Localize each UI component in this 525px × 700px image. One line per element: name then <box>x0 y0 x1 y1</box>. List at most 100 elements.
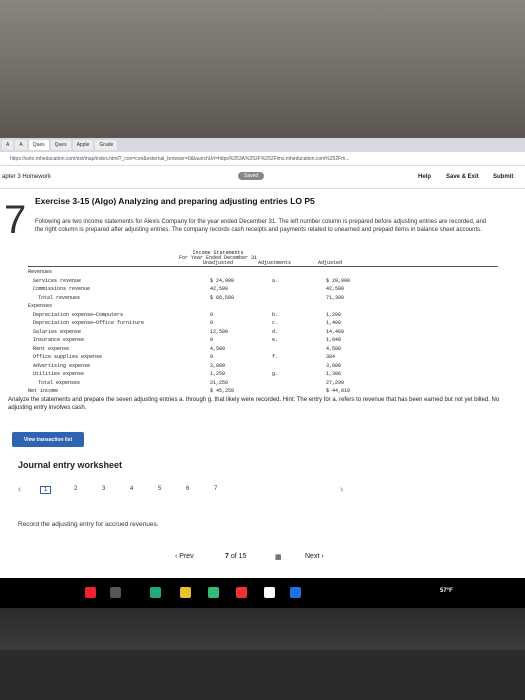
app-icon[interactable] <box>236 587 247 598</box>
question-title: Exercise 3-15 (Algo) Analyzing and prepa… <box>35 196 315 206</box>
adjusted-value: 1,400 <box>326 320 342 326</box>
row-label: Expenses <box>28 303 53 309</box>
page-counter: 7 of 15 <box>225 553 246 560</box>
row-label: Rent expense <box>33 345 70 352</box>
page-total: of 15 <box>230 553 247 560</box>
adjusted-value: 42,500 <box>326 286 345 292</box>
adjustment-letter: a. <box>272 277 279 284</box>
step-2[interactable]: 2 <box>74 486 77 492</box>
unadjusted-value: 0 <box>210 311 214 318</box>
step-6[interactable]: 6 <box>186 486 189 492</box>
camera-icon[interactable] <box>264 587 275 598</box>
row-label: Depreciation expense—Office furniture <box>33 320 145 326</box>
worksheet-title: Journal entry worksheet <box>18 460 123 470</box>
unadjusted-value: 1,250 <box>210 371 226 377</box>
browser-tab[interactable]: A <box>2 140 14 150</box>
table-row: Total expenses 21,250 27,290 <box>28 380 498 387</box>
adjusted-value: 1,200 <box>326 311 342 318</box>
row-label: Depreciation expense—Computers <box>33 311 124 318</box>
table-row: Net income $ 45,250 $ 44,010 <box>28 388 498 395</box>
worksheet-stepper: ‹ 1 2 3 4 5 6 7 › <box>18 484 358 498</box>
view-transaction-list-button[interactable]: View transaction list <box>12 432 84 447</box>
table-row: Advertising expense 3,000 3,000 <box>28 363 498 370</box>
row-label: Office supplies expense <box>33 354 103 360</box>
next-button[interactable]: Next › <box>305 553 324 560</box>
browser-tab[interactable]: Ques <box>50 140 71 150</box>
browser-tab-active[interactable]: Ques <box>28 140 49 150</box>
app-icon[interactable] <box>110 587 121 598</box>
adjustment-letter: g. <box>272 371 279 377</box>
adjustment-letter: c. <box>272 320 279 326</box>
weather-readout: 57°F <box>440 588 453 594</box>
question-number: 7 <box>4 198 27 242</box>
adjustment-letter: f. <box>272 354 279 360</box>
adjusted-value: 1,040 <box>326 337 342 343</box>
app-icon[interactable] <box>85 587 96 598</box>
save-exit-button[interactable]: Save & Exit <box>446 174 479 180</box>
unadjusted-value: 3,000 <box>210 362 226 369</box>
row-label: Revenues <box>28 269 53 275</box>
step-7[interactable]: 7 <box>214 486 217 492</box>
chapter-title: apter 3 Homework <box>2 174 52 180</box>
step-3[interactable]: 3 <box>102 486 105 492</box>
row-label: Net income <box>28 388 59 394</box>
adjustment-letter: b. <box>272 311 279 318</box>
adjusted-value: $ 44,010 <box>326 388 351 394</box>
chevron-right-icon[interactable]: › <box>340 484 343 495</box>
url-text: https://ezto.mheducation.com/ext/map/ind… <box>10 155 350 162</box>
table-row: Depreciation expense—Office furniture 0 c.… <box>28 320 498 327</box>
unadjusted-value: 0 <box>210 337 214 343</box>
row-label: Services revenue <box>33 277 82 284</box>
question-nav: ‹ Prev 7 of 15 ▦ Next › <box>175 553 350 567</box>
keyboard <box>0 650 525 700</box>
adjusted-value: 71,300 <box>326 294 345 301</box>
prev-button[interactable]: ‹ Prev <box>175 553 194 560</box>
step-4[interactable]: 4 <box>130 486 133 492</box>
unadjusted-value: 12,500 <box>210 328 229 335</box>
step-1[interactable]: 1 <box>40 486 52 494</box>
app-icon[interactable] <box>208 587 219 598</box>
unadjusted-value: 4,500 <box>210 345 226 352</box>
row-label: Utilities expense <box>33 371 85 377</box>
row-label: Insurance expense <box>33 337 85 343</box>
adjusted-value: 384 <box>326 354 336 360</box>
folder-icon[interactable] <box>180 587 191 598</box>
app-icon[interactable] <box>290 587 301 598</box>
table-row: Total revenues $ 66,500 71,300 <box>28 295 498 302</box>
browser-tab[interactable]: Apple <box>72 140 94 150</box>
app-icon[interactable] <box>150 587 161 598</box>
worksheet-prompt: Record the adjusting entry for accrued r… <box>18 521 159 528</box>
row-label: Total expenses <box>38 379 81 386</box>
row-label: Commissions revenue <box>33 286 91 292</box>
unadjusted-value: $ 45,250 <box>210 388 235 394</box>
adjustment-letter: d. <box>272 328 279 335</box>
taskbar: 57°F <box>0 578 525 608</box>
unadjusted-value: $ 66,500 <box>210 294 235 301</box>
unadjusted-value: $ 24,000 <box>210 277 235 284</box>
page-current: 7 <box>225 553 229 560</box>
row-label: Salaries expense <box>33 328 82 335</box>
chevron-left-icon[interactable]: ‹ <box>18 484 21 495</box>
browser-tab[interactable]: Grade <box>95 140 118 150</box>
grid-icon[interactable]: ▦ <box>275 553 282 561</box>
unadjusted-value: 0 <box>210 354 214 360</box>
unadjusted-value: 42,500 <box>210 286 229 292</box>
table-row: Utilities expense 1,250 g. 1,306 <box>28 371 498 378</box>
adjusted-value: 1,306 <box>326 371 342 377</box>
help-link[interactable]: Help <box>418 174 431 180</box>
adjusted-value: 27,290 <box>326 379 345 386</box>
table-row: Revenues <box>28 269 498 276</box>
step-5[interactable]: 5 <box>158 486 161 492</box>
address-bar[interactable]: https://ezto.mheducation.com/ext/map/ind… <box>0 152 525 166</box>
browser-tab[interactable]: A <box>15 140 27 150</box>
table-row: Services revenue $ 24,000 a. $ 28,800 <box>28 278 498 285</box>
row-label: Total revenues <box>38 294 81 301</box>
adjusted-value: 3,000 <box>326 362 342 369</box>
header-rule <box>28 266 498 267</box>
submit-button[interactable]: Submit <box>493 174 513 180</box>
question-instructions: Following are two income statements for … <box>35 219 487 233</box>
adjusted-value: 14,460 <box>326 328 345 335</box>
app-header: apter 3 Homework Saved Help Save & Exit … <box>0 166 525 189</box>
adjusted-value: 4,500 <box>326 345 342 352</box>
table-row: Office supplies expense 0 f. 384 <box>28 354 498 361</box>
